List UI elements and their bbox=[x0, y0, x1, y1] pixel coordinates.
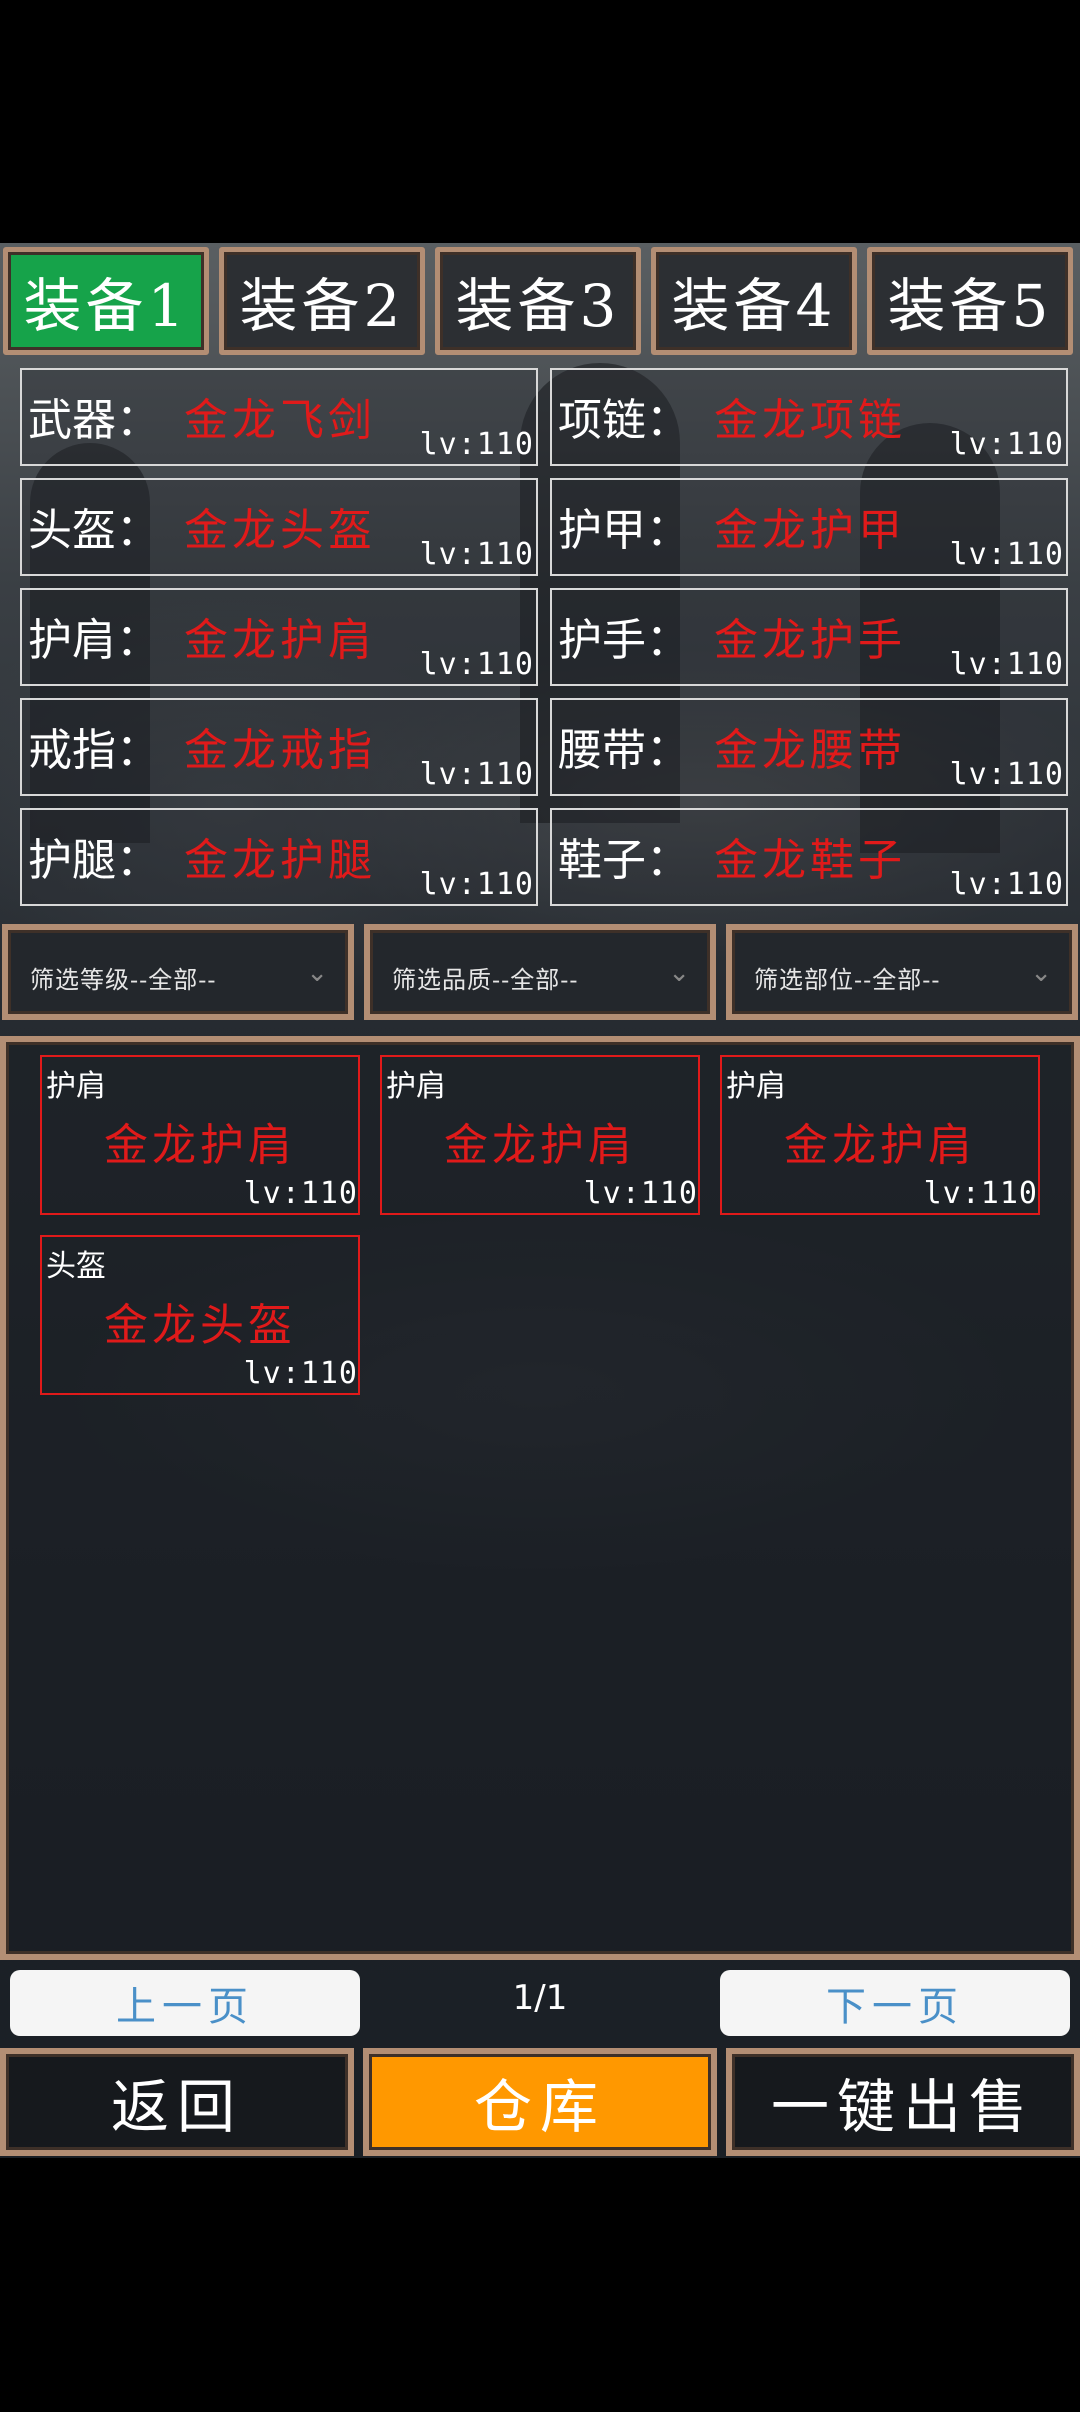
inventory-item[interactable]: 护肩 金龙护肩 lv:110 bbox=[40, 1055, 360, 1215]
chevron-down-icon: ⌄ bbox=[306, 958, 328, 988]
slot-item-name: 金龙护甲 bbox=[714, 505, 906, 556]
tab-equip-5[interactable]: 装备5 bbox=[867, 247, 1073, 355]
slot-necklace[interactable]: 项链： 金龙项链 lv:110 bbox=[550, 368, 1068, 466]
item-name: 金龙护肩 bbox=[104, 1120, 296, 1171]
slot-label: 护腿： bbox=[28, 835, 160, 886]
inventory-item[interactable]: 护肩 金龙护肩 lv:110 bbox=[720, 1055, 1040, 1215]
slot-item-name: 金龙护手 bbox=[714, 615, 906, 666]
slot-item-name: 金龙头盔 bbox=[184, 505, 376, 556]
item-name: 金龙头盔 bbox=[104, 1300, 296, 1351]
filter-slot-dropdown[interactable]: 筛选部位--全部-- ⌄ bbox=[726, 924, 1078, 1020]
filter-label: 筛选部位--全部-- bbox=[754, 966, 941, 994]
slot-item-name: 金龙护肩 bbox=[184, 615, 376, 666]
tab-equip-2[interactable]: 装备2 bbox=[219, 247, 425, 355]
tab-label: 装备1 bbox=[23, 272, 189, 340]
chevron-down-icon: ⌄ bbox=[1030, 958, 1052, 988]
slot-item-name: 金龙戒指 bbox=[184, 725, 376, 776]
slot-label: 护甲： bbox=[558, 505, 690, 556]
filter-level-dropdown[interactable]: 筛选等级--全部-- ⌄ bbox=[2, 924, 354, 1020]
chevron-down-icon: ⌄ bbox=[668, 958, 690, 988]
slot-label: 头盔： bbox=[28, 505, 160, 556]
slot-item-name: 金龙护腿 bbox=[184, 835, 376, 886]
item-name: 金龙护肩 bbox=[784, 1120, 976, 1171]
slot-level: lv:110 bbox=[419, 867, 534, 902]
slot-shoulder[interactable]: 护肩： 金龙护肩 lv:110 bbox=[20, 588, 538, 686]
tab-equip-3[interactable]: 装备3 bbox=[435, 247, 641, 355]
slot-item-name: 金龙项链 bbox=[714, 395, 906, 446]
item-level: lv:110 bbox=[243, 1356, 358, 1391]
tab-equip-4[interactable]: 装备4 bbox=[651, 247, 857, 355]
next-page-label: 下一页 bbox=[826, 1984, 964, 2030]
tab-label: 装备4 bbox=[671, 272, 837, 340]
item-type: 头盔 bbox=[46, 1249, 106, 1284]
slot-label: 腰带： bbox=[558, 725, 690, 776]
slot-level: lv:110 bbox=[419, 537, 534, 572]
tab-equip-1[interactable]: 装备1 bbox=[3, 247, 209, 355]
warehouse-label: 仓库 bbox=[473, 2073, 606, 2141]
slot-item-name: 金龙鞋子 bbox=[714, 835, 906, 886]
slot-label: 护肩： bbox=[28, 615, 160, 666]
slot-gloves[interactable]: 护手： 金龙护手 lv:110 bbox=[550, 588, 1068, 686]
slot-level: lv:110 bbox=[419, 427, 534, 462]
slot-level: lv:110 bbox=[949, 537, 1064, 572]
filter-quality-dropdown[interactable]: 筛选品质--全部-- ⌄ bbox=[364, 924, 716, 1020]
slot-armor[interactable]: 护甲： 金龙护甲 lv:110 bbox=[550, 478, 1068, 576]
tab-label: 装备2 bbox=[239, 272, 405, 340]
item-level: lv:110 bbox=[923, 1176, 1038, 1211]
slot-level: lv:110 bbox=[949, 647, 1064, 682]
item-level: lv:110 bbox=[243, 1176, 358, 1211]
back-label: 返回 bbox=[110, 2073, 243, 2141]
prev-page-label: 上一页 bbox=[116, 1984, 254, 2030]
slot-item-name: 金龙飞剑 bbox=[184, 395, 376, 446]
back-button[interactable]: 返回 bbox=[0, 2048, 354, 2156]
page-indicator: 1/1 bbox=[512, 1978, 568, 2018]
slot-level: lv:110 bbox=[949, 757, 1064, 792]
warehouse-button[interactable]: 仓库 bbox=[363, 2048, 717, 2156]
slot-level: lv:110 bbox=[949, 427, 1064, 462]
slot-level: lv:110 bbox=[419, 757, 534, 792]
inventory-item[interactable]: 头盔 金龙头盔 lv:110 bbox=[40, 1235, 360, 1395]
item-type: 护肩 bbox=[726, 1069, 786, 1104]
item-type: 护肩 bbox=[46, 1069, 106, 1104]
slot-shoes[interactable]: 鞋子： 金龙鞋子 lv:110 bbox=[550, 808, 1068, 906]
slot-belt[interactable]: 腰带： 金龙腰带 lv:110 bbox=[550, 698, 1068, 796]
slot-helmet[interactable]: 头盔： 金龙头盔 lv:110 bbox=[20, 478, 538, 576]
slot-ring[interactable]: 戒指： 金龙戒指 lv:110 bbox=[20, 698, 538, 796]
filter-label: 筛选等级--全部-- bbox=[30, 966, 217, 994]
slot-label: 戒指： bbox=[28, 725, 160, 776]
slot-item-name: 金龙腰带 bbox=[714, 725, 906, 776]
slot-label: 武器： bbox=[28, 395, 160, 446]
slot-level: lv:110 bbox=[949, 867, 1064, 902]
item-type: 护肩 bbox=[386, 1069, 446, 1104]
inventory-item[interactable]: 护肩 金龙护肩 lv:110 bbox=[380, 1055, 700, 1215]
tab-label: 装备3 bbox=[455, 272, 621, 340]
tab-label: 装备5 bbox=[887, 272, 1053, 340]
prev-page-button[interactable]: 上一页 bbox=[10, 1970, 360, 2036]
slot-weapon[interactable]: 武器： 金龙飞剑 lv:110 bbox=[20, 368, 538, 466]
slot-label: 护手： bbox=[558, 615, 690, 666]
slot-level: lv:110 bbox=[419, 647, 534, 682]
next-page-button[interactable]: 下一页 bbox=[720, 1970, 1070, 2036]
slot-label: 项链： bbox=[558, 395, 690, 446]
item-level: lv:110 bbox=[583, 1176, 698, 1211]
slot-label: 鞋子： bbox=[558, 835, 690, 886]
sell-all-button[interactable]: 一键出售 bbox=[726, 2048, 1080, 2156]
sell-all-label: 一键出售 bbox=[770, 2073, 1035, 2141]
slot-leggings[interactable]: 护腿： 金龙护腿 lv:110 bbox=[20, 808, 538, 906]
item-name: 金龙护肩 bbox=[444, 1120, 636, 1171]
filter-label: 筛选品质--全部-- bbox=[392, 966, 579, 994]
